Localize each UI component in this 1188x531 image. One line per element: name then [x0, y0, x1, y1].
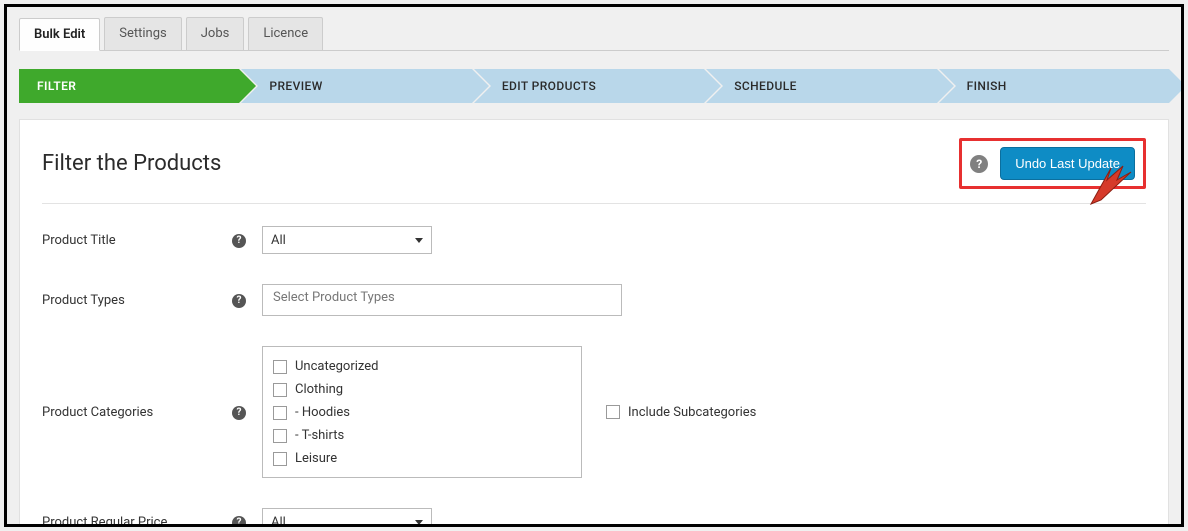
label-product-categories: Product Categories — [42, 405, 232, 420]
panel-header: Filter the Products ? Undo Last Update — [42, 138, 1146, 204]
window: { "tabs": [ { "label": "Bulk Edit", "act… — [4, 4, 1184, 527]
checkbox-icon[interactable] — [273, 429, 287, 443]
checkbox-icon[interactable] — [273, 406, 287, 420]
checkbox-icon[interactable] — [273, 383, 287, 397]
undo-last-update-button[interactable]: Undo Last Update — [1000, 147, 1135, 180]
product-title-select[interactable]: All — [262, 226, 432, 254]
select-value: All — [271, 233, 286, 248]
step-label: FILTER — [37, 79, 76, 93]
help-icon[interactable]: ? — [232, 406, 246, 420]
tab-label: Jobs — [201, 26, 230, 41]
include-subcategories-checkbox[interactable]: Include Subcategories — [606, 405, 756, 420]
placeholder-text: Select Product Types — [273, 290, 395, 305]
help-icon[interactable]: ? — [232, 234, 246, 248]
step-preview[interactable]: PREVIEW — [241, 69, 471, 103]
chevron-down-icon — [415, 520, 423, 525]
row-product-categories: Product Categories ? Uncategorized Cloth… — [42, 346, 1146, 478]
wizard-steps: FILTER PREVIEW EDIT PRODUCTS SCHEDULE FI… — [19, 69, 1169, 103]
checkbox-icon[interactable] — [273, 360, 287, 374]
row-product-title: Product Title ? All — [42, 226, 1146, 254]
select-value: All — [271, 515, 286, 528]
option-label: Uncategorized — [295, 359, 378, 374]
option-label: Leisure — [295, 451, 337, 466]
category-option[interactable]: - Hoodies — [273, 401, 571, 424]
checkbox-icon[interactable] — [606, 405, 620, 419]
tab-bulk-edit[interactable]: Bulk Edit — [19, 18, 100, 51]
label-product-regular-price: Product Regular Price — [42, 515, 232, 528]
category-option[interactable]: Clothing — [273, 378, 571, 401]
product-regular-price-select[interactable]: All — [262, 508, 432, 527]
option-label: - Hoodies — [295, 405, 350, 420]
row-product-regular-price: Product Regular Price ? All — [42, 508, 1146, 527]
help-icon[interactable]: ? — [232, 516, 246, 527]
tab-jobs[interactable]: Jobs — [186, 17, 245, 50]
step-edit-products[interactable]: EDIT PRODUCTS — [474, 69, 704, 103]
tab-label: Settings — [119, 26, 166, 41]
tab-label: Licence — [263, 26, 308, 41]
step-finish[interactable]: FINISH — [939, 69, 1169, 103]
step-label: FINISH — [967, 79, 1007, 93]
step-schedule[interactable]: SCHEDULE — [706, 69, 936, 103]
panel-title: Filter the Products — [42, 151, 221, 176]
tab-label: Bulk Edit — [34, 27, 85, 42]
option-label: Clothing — [295, 382, 343, 397]
product-types-multiselect[interactable]: Select Product Types — [262, 284, 622, 316]
tab-licence[interactable]: Licence — [248, 17, 323, 50]
label-product-title: Product Title — [42, 233, 232, 248]
help-icon[interactable]: ? — [232, 294, 246, 308]
step-label: EDIT PRODUCTS — [502, 79, 596, 93]
checkbox-icon[interactable] — [273, 452, 287, 466]
category-option[interactable]: Leisure — [273, 447, 571, 470]
help-icon[interactable]: ? — [970, 155, 988, 173]
checkbox-label: Include Subcategories — [628, 405, 756, 420]
label-product-types: Product Types — [42, 293, 232, 308]
step-label: SCHEDULE — [734, 79, 797, 93]
panel-filter-products: Filter the Products ? Undo Last Update P… — [19, 119, 1169, 527]
product-categories-listbox[interactable]: Uncategorized Clothing - Hoodies - T-shi… — [262, 346, 582, 478]
step-label: PREVIEW — [269, 79, 322, 93]
tab-settings[interactable]: Settings — [104, 17, 181, 50]
page-tabs: Bulk Edit Settings Jobs Licence — [19, 17, 1169, 51]
category-option[interactable]: Uncategorized — [273, 355, 571, 378]
row-product-types: Product Types ? Select Product Types — [42, 284, 1146, 316]
category-option[interactable]: - T-shirts — [273, 424, 571, 447]
step-filter[interactable]: FILTER — [19, 69, 239, 103]
chevron-down-icon — [415, 238, 423, 243]
undo-highlight-box: ? Undo Last Update — [959, 138, 1146, 189]
option-label: - T-shirts — [295, 428, 344, 443]
